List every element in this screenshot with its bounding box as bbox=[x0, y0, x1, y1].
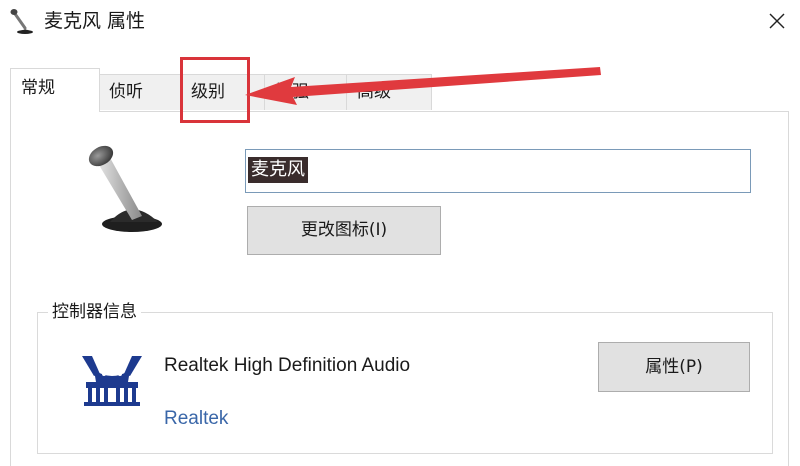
microphone-icon bbox=[10, 8, 36, 36]
properties-button[interactable]: 属性(P) bbox=[598, 342, 750, 392]
tab-listen[interactable]: 侦听 bbox=[98, 74, 182, 110]
device-name-value: 麦克风 bbox=[248, 157, 308, 183]
close-icon bbox=[769, 13, 785, 29]
tab-general[interactable]: 常规 bbox=[10, 68, 100, 112]
tab-label: 常规 bbox=[21, 78, 55, 98]
change-icon-button[interactable]: 更改图标(I) bbox=[247, 206, 441, 255]
tab-label: 级别 bbox=[191, 82, 225, 102]
title-bar: 麦克风 属性 bbox=[0, 0, 800, 44]
vendor-link[interactable]: Realtek bbox=[164, 406, 228, 432]
device-name-input[interactable]: 麦克风 bbox=[245, 149, 751, 193]
microphone-icon bbox=[82, 142, 172, 237]
window-title: 麦克风 属性 bbox=[44, 10, 146, 32]
annotation-arrow-icon bbox=[245, 67, 601, 105]
controller-info-legend: 控制器信息 bbox=[48, 300, 141, 324]
realtek-logo-icon bbox=[80, 352, 144, 408]
tab-label: 侦听 bbox=[109, 82, 143, 102]
close-button[interactable] bbox=[754, 0, 800, 44]
controller-device-name: Realtek High Definition Audio bbox=[164, 355, 411, 376]
